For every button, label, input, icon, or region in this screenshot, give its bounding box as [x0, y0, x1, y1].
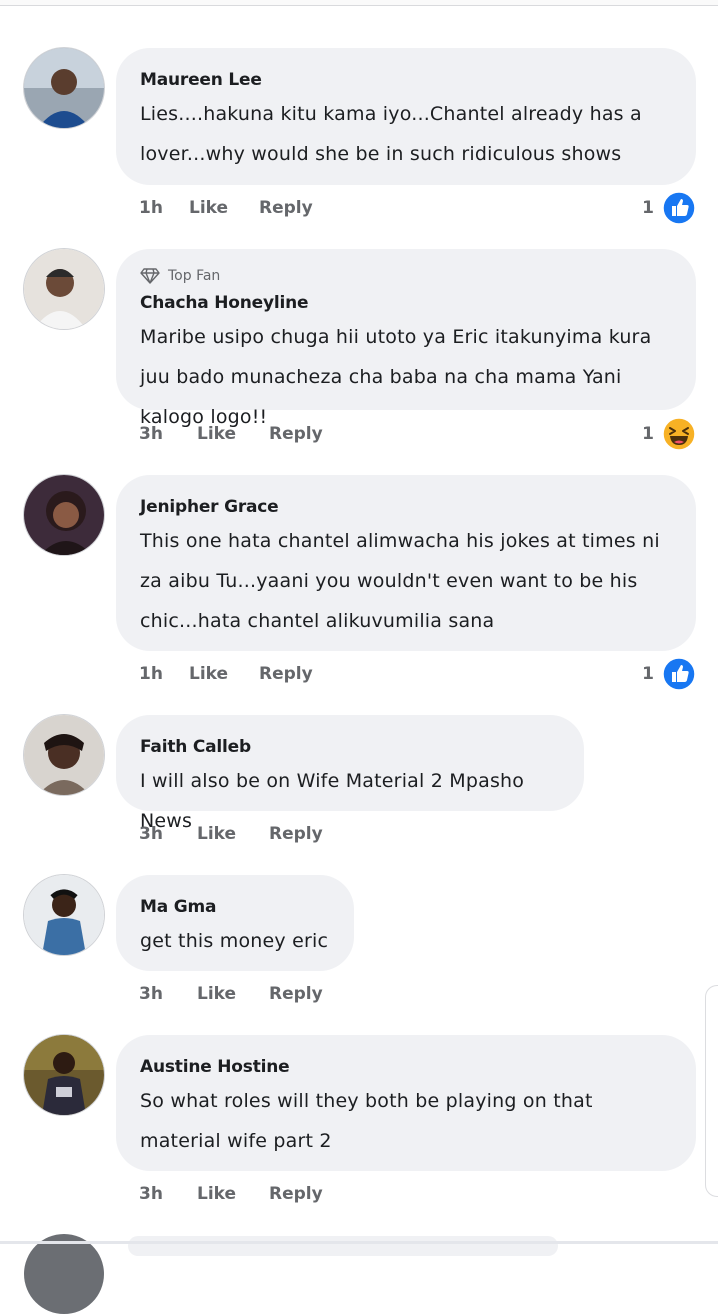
comment-bubble: Austine Hostine So what roles will they … — [116, 1035, 696, 1171]
comment-actions: 3h Like Reply — [139, 1179, 323, 1209]
like-button[interactable]: Like — [197, 984, 269, 1004]
reply-button[interactable]: Reply — [259, 198, 313, 218]
like-button[interactable]: Like — [197, 824, 269, 844]
comment-author[interactable]: Chacha Honeyline — [140, 289, 672, 317]
comment-bubble: Faith Calleb I will also be on Wife Mate… — [116, 715, 584, 832]
avatar[interactable] — [24, 475, 104, 555]
avatar[interactable] — [24, 1035, 104, 1115]
top-fan-label: Top Fan — [168, 268, 221, 284]
comment-bubble: Ma Gma get this money eric — [116, 875, 354, 971]
avatar[interactable] — [24, 249, 104, 329]
comment-bubble: Maureen Lee Lies....hakuna kitu kama iyo… — [116, 48, 696, 185]
comment-text: So what roles will they both be playing … — [140, 1090, 593, 1152]
haha-icon — [662, 417, 696, 451]
comment-author[interactable]: Faith Calleb — [140, 733, 560, 761]
top-fan-badge: Top Fan — [140, 263, 672, 289]
reply-button[interactable]: Reply — [269, 984, 323, 1004]
comment-time[interactable]: 1h — [139, 664, 189, 684]
reaction-count: 1 — [642, 424, 654, 444]
comment-actions: 1h Like Reply — [139, 193, 313, 223]
like-button[interactable]: Like — [189, 664, 259, 684]
scroll-handle[interactable] — [705, 985, 718, 1197]
like-button[interactable]: Like — [197, 424, 269, 444]
reaction-count: 1 — [642, 198, 654, 218]
diamond-icon — [140, 268, 160, 284]
comment-actions: 3h Like Reply — [139, 819, 323, 849]
like-icon — [662, 191, 696, 225]
like-icon — [662, 657, 696, 691]
reaction-summary[interactable]: 1 — [642, 657, 696, 691]
comment-bubble — [128, 1236, 558, 1256]
comment-actions: 1h Like Reply — [139, 659, 313, 689]
comment-text: get this money eric — [140, 930, 329, 952]
comment-actions: 3h Like Reply — [139, 419, 323, 449]
like-button[interactable]: Like — [189, 198, 259, 218]
avatar[interactable] — [24, 875, 104, 955]
comment-author[interactable]: Maureen Lee — [140, 66, 672, 94]
avatar[interactable] — [24, 48, 104, 128]
comment-time[interactable]: 3h — [139, 1184, 197, 1204]
comment-text: Lies....hakuna kitu kama iyo...Chantel a… — [140, 103, 642, 165]
top-divider — [0, 0, 718, 6]
comment-text: This one hata chantel alimwacha his joke… — [140, 530, 660, 632]
reply-button[interactable]: Reply — [269, 1184, 323, 1204]
comment-bubble: Jenipher Grace This one hata chantel ali… — [116, 475, 696, 651]
comment-author[interactable]: Austine Hostine — [140, 1053, 672, 1081]
comment-time[interactable]: 3h — [139, 824, 197, 844]
reaction-summary[interactable]: 1 — [642, 417, 696, 451]
reply-button[interactable]: Reply — [269, 824, 323, 844]
reply-button[interactable]: Reply — [259, 664, 313, 684]
avatar[interactable] — [24, 715, 104, 795]
comment-time[interactable]: 1h — [139, 198, 189, 218]
comment-author[interactable]: Jenipher Grace — [140, 493, 672, 521]
comment-actions: 3h Like Reply — [139, 979, 323, 1009]
comment-time[interactable]: 3h — [139, 984, 197, 1004]
reply-button[interactable]: Reply — [269, 424, 323, 444]
avatar[interactable] — [24, 1234, 104, 1314]
like-button[interactable]: Like — [197, 1184, 269, 1204]
reaction-summary[interactable]: 1 — [642, 191, 696, 225]
reaction-count: 1 — [642, 664, 654, 684]
comment-bubble: Top Fan Chacha Honeyline Maribe usipo ch… — [116, 249, 696, 428]
comment-author[interactable]: Ma Gma — [140, 893, 330, 921]
comment-time[interactable]: 3h — [139, 424, 197, 444]
